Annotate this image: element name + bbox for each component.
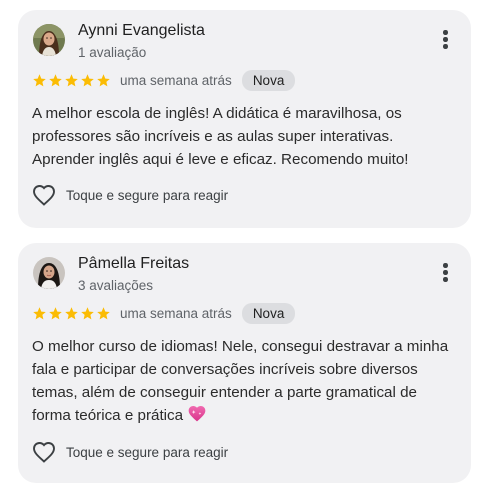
review-meta: uma semana atrás Nova	[32, 301, 296, 325]
more-options-icon[interactable]	[439, 263, 451, 285]
star-icon	[81, 73, 94, 86]
avatar[interactable]	[33, 24, 65, 56]
reviews-list: Aynni Evangelista 1 avaliação uma semana…	[0, 0, 480, 493]
react-label: Toque e segure para reagir	[66, 444, 229, 460]
star-icon	[65, 73, 78, 86]
star-icon	[65, 306, 78, 319]
new-badge: Nova	[241, 69, 296, 91]
author-name[interactable]: Pâmella Freitas	[78, 255, 189, 273]
star-icon	[81, 306, 94, 319]
react-label: Toque e segure para reagir	[66, 187, 229, 203]
review-card: Pâmella Freitas 3 avaliações uma semana …	[18, 243, 471, 483]
review-text: O melhor curso de idiomas! Nele, consegu…	[32, 338, 449, 424]
react-button[interactable]: Toque e segure para reagir	[32, 441, 228, 463]
sparkling-heart-icon	[187, 404, 207, 430]
review-card: Aynni Evangelista 1 avaliação uma semana…	[18, 10, 471, 228]
star-icon	[97, 306, 110, 319]
author-review-count: 3 avaliações	[78, 278, 154, 293]
review-meta: uma semana atrás Nova	[32, 68, 296, 92]
more-options-icon[interactable]	[439, 30, 451, 52]
star-icon	[49, 73, 62, 86]
star-icon	[33, 73, 46, 86]
author-name[interactable]: Aynni Evangelista	[78, 22, 205, 40]
review-text: A melhor escola de inglês! A didática é …	[32, 105, 409, 168]
avatar[interactable]	[33, 257, 65, 289]
star-rating	[32, 73, 111, 88]
heart-outline-icon	[33, 442, 55, 463]
star-icon	[49, 306, 62, 319]
star-rating	[32, 306, 111, 321]
heart-outline-icon	[33, 185, 55, 206]
star-icon	[97, 73, 110, 86]
review-time: uma semana atrás	[120, 305, 232, 321]
review-text-block: O melhor curso de idiomas! Nele, consegu…	[32, 335, 458, 430]
new-badge: Nova	[241, 302, 296, 324]
avatar-photo-icon	[33, 24, 65, 56]
avatar-photo-icon	[33, 257, 65, 289]
review-time: uma semana atrás	[120, 72, 232, 88]
star-icon	[33, 306, 46, 319]
author-review-count: 1 avaliação	[78, 45, 147, 60]
react-button[interactable]: Toque e segure para reagir	[32, 184, 228, 206]
